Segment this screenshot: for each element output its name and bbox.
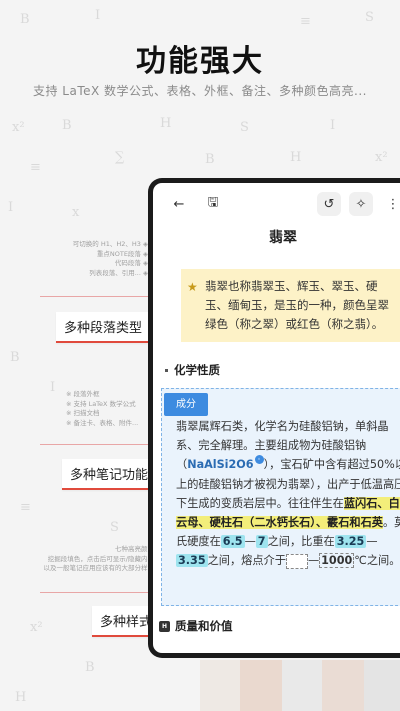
- heading-chemical-properties[interactable]: 化学性质: [165, 362, 400, 378]
- page-subtitle: 支持 LaTeX 数学公式、表格、外框、备注、多种颜色高亮...: [32, 84, 367, 98]
- save-icon: 🖫: [207, 195, 219, 210]
- feature-1-details: 可切换的 H1、H2、H3 ◈ 重点NOTE段落 ◈ 代码段落 ◈ 列表段落、引…: [72, 240, 148, 277]
- note-paragraph[interactable]: ★ 翡翠也称翡翠玉、辉玉、翠玉、硬玉、缅甸玉，是玉的一种，颜色呈翠绿色（称之翠）…: [181, 269, 400, 342]
- save-button[interactable]: 🖫: [201, 192, 225, 216]
- back-button[interactable]: ←: [167, 192, 191, 216]
- page-title: 功能强大: [136, 44, 264, 79]
- note-editor-screen: ← 🖫 ↺ ✧ ⋮ 翡翠 ★ 翡翠也称翡翠玉、辉玉、翠玉、硬玉、缅甸玉，是玉的一…: [153, 183, 400, 653]
- feature-2-label: 多种笔记功能: [62, 459, 157, 490]
- footnote-badge-icon[interactable]: ◦: [254, 455, 264, 465]
- frame-tag: 成分: [164, 393, 208, 417]
- hidden-cloze-blank[interactable]: [285, 553, 308, 569]
- melting-max[interactable]: 1000: [319, 553, 355, 569]
- undo-button[interactable]: ↺: [317, 192, 341, 216]
- framed-paragraph[interactable]: 成分 翡翠属辉石类，化学名为硅酸铝钠，单斜晶系、完全解理。主要组成物为硅酸铝钠（…: [161, 388, 400, 606]
- more-vertical-icon: ⋮: [386, 196, 400, 212]
- heading-quality-value[interactable]: H 质量和价值: [159, 618, 400, 634]
- more-options-button[interactable]: ⋮: [381, 192, 400, 216]
- heading-icon: H: [159, 620, 170, 632]
- editor-toolbar: ← 🖫 ↺ ✧ ⋮: [153, 183, 400, 225]
- hardness-max[interactable]: 7: [255, 535, 268, 549]
- bullet-icon: [165, 368, 168, 372]
- star-icon: ★: [187, 280, 198, 294]
- gravity-min[interactable]: 3.25: [334, 535, 367, 549]
- hardness-min[interactable]: 6.5: [220, 535, 245, 549]
- undo-icon: ↺: [323, 196, 335, 212]
- gravity-max[interactable]: 3.35: [176, 554, 208, 568]
- document-title[interactable]: 翡翠: [153, 227, 400, 247]
- tablet-device: ← 🖫 ↺ ✧ ⋮ 翡翠 ★ 翡翠也称翡翠玉、辉玉、翠玉、硬玉、缅甸玉，是玉的一…: [148, 178, 400, 658]
- feature-1-label: 多种段落类型: [56, 312, 151, 343]
- chemical-formula[interactable]: NaAlSi2O6: [187, 458, 253, 471]
- back-arrow-icon: ←: [173, 196, 185, 212]
- magic-wand-icon: ✧: [355, 196, 367, 212]
- magic-wand-button[interactable]: ✧: [349, 192, 373, 216]
- feature-3-details: 七种高亮颜色 挖掘段填色，点击后可显示/隐藏内容 以及一般笔记应用应该有的大部分…: [43, 545, 155, 572]
